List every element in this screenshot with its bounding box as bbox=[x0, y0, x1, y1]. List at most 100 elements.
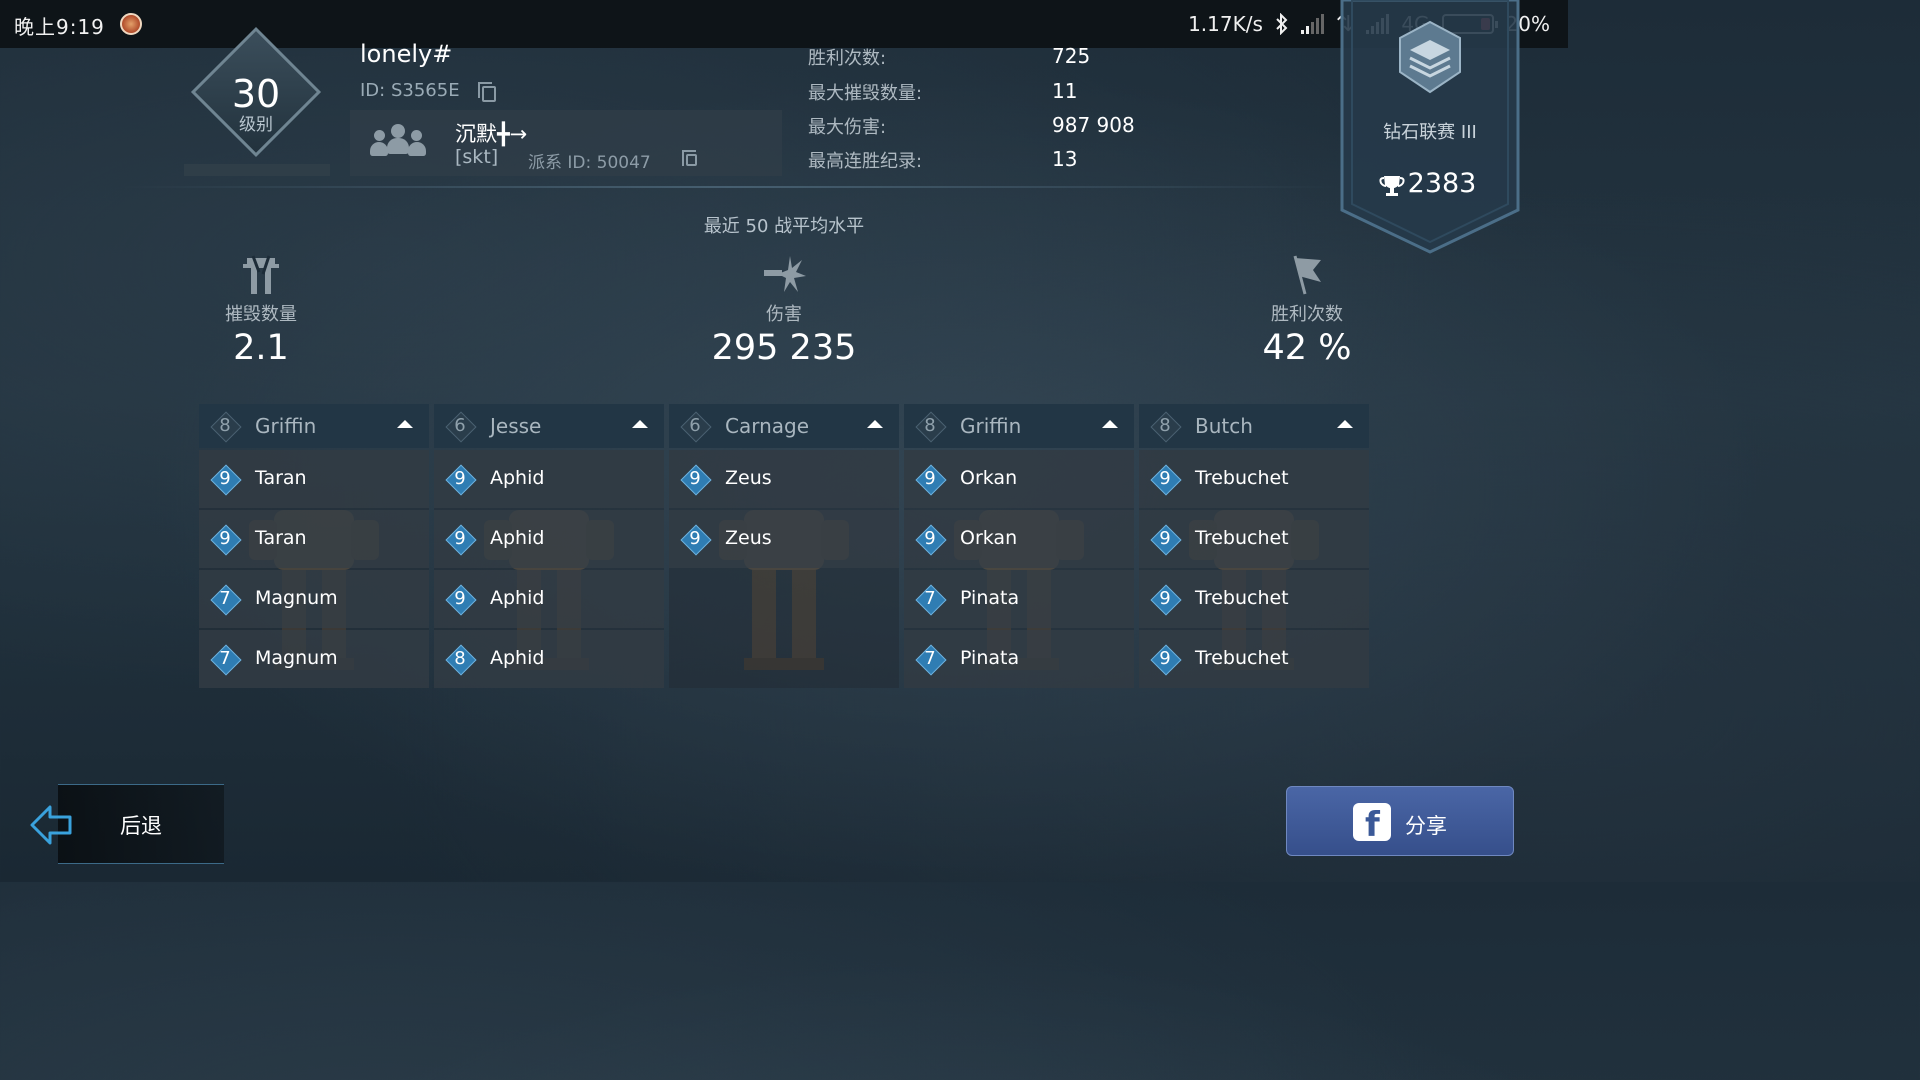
facebook-icon: f bbox=[1353, 803, 1391, 845]
destroyed-robot-icon bbox=[243, 255, 279, 294]
collapse-chevron-icon[interactable] bbox=[867, 420, 883, 428]
player-name: lonely# bbox=[360, 40, 453, 68]
robot-level: 6 bbox=[689, 415, 701, 436]
hangar-header[interactable]: 6 Jesse bbox=[434, 404, 664, 448]
weapon-level: 8 bbox=[454, 648, 466, 669]
weapon-slot[interactable]: 7 Pinata bbox=[904, 570, 1134, 628]
weapon-level-badge: 9 bbox=[1150, 644, 1182, 676]
share-button[interactable]: f 分享 bbox=[1286, 786, 1514, 856]
hangar-5[interactable]: 8 Butch 9 Trebuchet 9 Trebuchet 9 Trebuchet 9 Tre… bbox=[1139, 404, 1369, 688]
weapon-name: Magnum bbox=[255, 587, 338, 609]
hangar-header[interactable]: 6 Carnage bbox=[669, 404, 899, 448]
weapon-name: Aphid bbox=[490, 587, 545, 609]
league-name: 钻石联赛 III bbox=[1383, 122, 1477, 143]
weapon-slot[interactable]: 7 Magnum bbox=[199, 570, 429, 628]
copy-id-icon[interactable] bbox=[478, 82, 496, 102]
weapon-level: 9 bbox=[1159, 468, 1171, 489]
stat-label: 最高连胜纪录: bbox=[808, 151, 923, 172]
weapon-name: Aphid bbox=[490, 467, 545, 489]
weapon-level-badge: 9 bbox=[1150, 464, 1182, 496]
stat-value: 725 bbox=[1052, 44, 1091, 68]
weapon-name: Taran bbox=[255, 527, 307, 549]
weapon-level-badge: 9 bbox=[445, 524, 477, 556]
weapon-name: Trebuchet bbox=[1195, 467, 1289, 489]
copy-clan-id-icon[interactable] bbox=[682, 150, 697, 166]
hangar-1[interactable]: 8 Griffin 9 Taran 9 Taran 7 Magnum 7 Magnum bbox=[199, 404, 429, 688]
weapon-slot[interactable]: 9 Orkan bbox=[904, 450, 1134, 508]
weapon-name: Orkan bbox=[960, 467, 1018, 489]
robot-level: 8 bbox=[1159, 415, 1171, 436]
clan-panel[interactable]: 沉默╋→ [skt] 派系 ID: 50047 bbox=[350, 110, 782, 176]
damage-icon bbox=[764, 256, 806, 292]
back-button[interactable]: 后退 bbox=[30, 784, 224, 864]
weapon-level-badge: 9 bbox=[210, 464, 242, 496]
weapon-name: Trebuchet bbox=[1195, 647, 1289, 669]
avg-damage-label: 伤害 bbox=[766, 304, 802, 325]
weapon-slot[interactable]: 9 Trebuchet bbox=[1139, 570, 1369, 628]
weapon-level-badge: 7 bbox=[915, 584, 947, 616]
weapon-level: 9 bbox=[924, 468, 936, 489]
weapon-slot[interactable]: 9 Taran bbox=[199, 450, 429, 508]
weapon-level: 9 bbox=[924, 528, 936, 549]
weapon-slot[interactable]: 7 Pinata bbox=[904, 630, 1134, 688]
collapse-chevron-icon[interactable] bbox=[632, 420, 648, 428]
collapse-chevron-icon[interactable] bbox=[1102, 420, 1118, 428]
hangar-4[interactable]: 8 Griffin 9 Orkan 9 Orkan 7 Pinata 7 Pinata bbox=[904, 404, 1134, 688]
averages-title: 最近 50 战平均水平 bbox=[703, 216, 865, 237]
app-notification-icon bbox=[120, 13, 142, 35]
weapon-level: 9 bbox=[1159, 528, 1171, 549]
clan-name: 沉默╋→ bbox=[455, 122, 528, 146]
avg-damage-value: 295 235 bbox=[711, 328, 857, 368]
weapon-level: 9 bbox=[689, 528, 701, 549]
robot-level-badge: 6 bbox=[445, 411, 477, 443]
weapon-slot[interactable]: 9 Zeus bbox=[669, 450, 899, 508]
hangar-header[interactable]: 8 Butch bbox=[1139, 404, 1369, 448]
robot-name: Griffin bbox=[255, 414, 317, 438]
weapon-level-badge: 9 bbox=[210, 524, 242, 556]
weapon-level: 7 bbox=[219, 588, 231, 609]
collapse-chevron-icon[interactable] bbox=[397, 420, 413, 428]
weapon-level-badge: 7 bbox=[915, 644, 947, 676]
weapon-level: 9 bbox=[219, 468, 231, 489]
hangar-2[interactable]: 6 Jesse 9 Aphid 9 Aphid 9 Aphid 8 Aphid bbox=[434, 404, 664, 688]
hangar-3[interactable]: 6 Carnage 9 Zeus 9 Zeus bbox=[669, 404, 899, 688]
robot-level-badge: 8 bbox=[915, 411, 947, 443]
avg-wins-label: 胜利次数 bbox=[1271, 304, 1343, 325]
stat-value: 13 bbox=[1052, 147, 1078, 171]
weapon-level: 7 bbox=[219, 648, 231, 669]
weapon-name: Pinata bbox=[960, 647, 1020, 669]
weapon-slot[interactable]: 9 Trebuchet bbox=[1139, 450, 1369, 508]
collapse-chevron-icon[interactable] bbox=[1337, 420, 1353, 428]
weapon-slot[interactable]: 9 Orkan bbox=[904, 510, 1134, 568]
hangar-header[interactable]: 8 Griffin bbox=[199, 404, 429, 448]
robot-name: Griffin bbox=[960, 414, 1022, 438]
weapon-level: 9 bbox=[689, 468, 701, 489]
weapon-slot[interactable]: 9 Aphid bbox=[434, 510, 664, 568]
stat-value: 11 bbox=[1052, 79, 1078, 103]
weapon-level-badge: 9 bbox=[1150, 524, 1182, 556]
stat-value: 987 908 bbox=[1052, 113, 1135, 137]
weapon-slot[interactable]: 8 Aphid bbox=[434, 630, 664, 688]
robot-level: 8 bbox=[219, 415, 231, 436]
weapon-slot[interactable]: 9 Zeus bbox=[669, 510, 899, 568]
robot-level-badge: 6 bbox=[680, 411, 712, 443]
weapon-name: Pinata bbox=[960, 587, 1020, 609]
weapon-level: 9 bbox=[219, 528, 231, 549]
weapon-slot[interactable]: 9 Trebuchet bbox=[1139, 630, 1369, 688]
robot-name: Carnage bbox=[725, 414, 810, 438]
weapon-name: Magnum bbox=[255, 647, 338, 669]
weapon-slot[interactable]: 9 Aphid bbox=[434, 450, 664, 508]
avg-wins-value: 42 % bbox=[1262, 328, 1352, 368]
weapon-name: Aphid bbox=[490, 647, 545, 669]
weapon-slot[interactable]: 7 Magnum bbox=[199, 630, 429, 688]
weapon-level-badge: 9 bbox=[680, 464, 712, 496]
flag-icon bbox=[1293, 255, 1321, 295]
weapon-level-badge: 9 bbox=[915, 464, 947, 496]
signal-icon bbox=[1300, 14, 1324, 34]
hangar-header[interactable]: 8 Griffin bbox=[904, 404, 1134, 448]
weapon-slot[interactable]: 9 Aphid bbox=[434, 570, 664, 628]
robot-name: Butch bbox=[1195, 414, 1253, 438]
weapon-slot[interactable]: 9 Taran bbox=[199, 510, 429, 568]
weapon-level-badge: 7 bbox=[210, 584, 242, 616]
weapon-slot[interactable]: 9 Trebuchet bbox=[1139, 510, 1369, 568]
